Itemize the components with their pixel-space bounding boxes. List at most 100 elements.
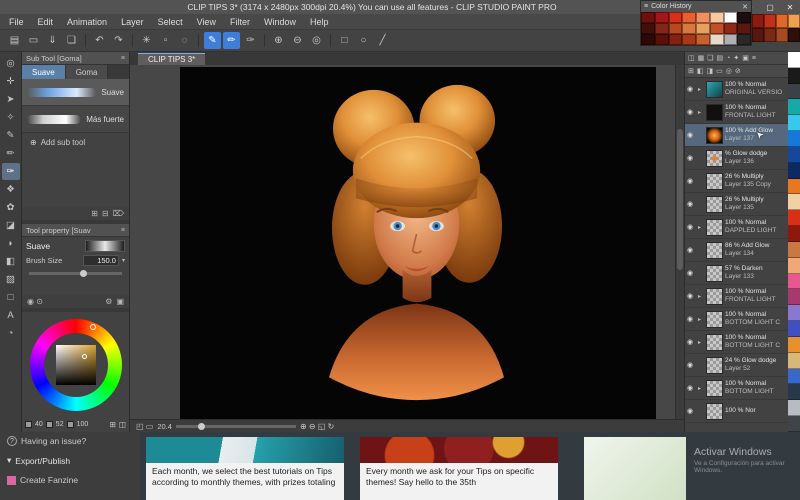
brush-size-slider[interactable] xyxy=(29,270,122,277)
news-card-partial[interactable] xyxy=(584,437,686,500)
zoom-in-icon[interactable]: ⊕ xyxy=(270,32,287,49)
brush-item[interactable]: Suave xyxy=(22,79,129,106)
color-swatch[interactable] xyxy=(788,273,800,290)
visibility-eye-icon[interactable]: ◉ xyxy=(687,177,696,185)
tool-property-icon[interactable]: ⊙ xyxy=(36,297,43,306)
expand-arrow-icon[interactable]: ▸ xyxy=(698,224,704,231)
visibility-eye-icon[interactable]: ◉ xyxy=(687,85,696,93)
slider-knob[interactable] xyxy=(80,270,88,277)
history-color-swatch[interactable] xyxy=(737,23,751,34)
history-color-swatch[interactable] xyxy=(737,12,751,23)
history-color-swatch[interactable] xyxy=(723,34,738,45)
visibility-eye-icon[interactable]: ◉ xyxy=(687,246,696,254)
history-color-swatch[interactable] xyxy=(709,12,724,23)
visibility-eye-icon[interactable]: ◉ xyxy=(687,154,696,162)
news-card[interactable]: Every month we ask for your Tips on spec… xyxy=(360,437,558,500)
pen-tool-icon[interactable]: ✎ xyxy=(2,127,20,144)
color-swatch[interactable] xyxy=(788,99,800,116)
layer-row[interactable]: ◉ 26 % Multiply Layer 135 xyxy=(685,193,788,216)
export-publish-section[interactable]: ▾ Export/Publish xyxy=(7,455,133,466)
tool-property-icon[interactable]: ⚙ xyxy=(105,297,112,306)
layer-row[interactable]: ◉ 57 % Darken Layer 133 xyxy=(685,262,788,285)
move-tool-icon[interactable]: ✛ xyxy=(2,73,20,90)
subtool-tab-suave[interactable]: Suave xyxy=(22,65,66,79)
export-icon[interactable]: ❏ xyxy=(63,32,80,49)
layers-header-icon[interactable]: ≡ xyxy=(752,55,756,62)
zoom-slider[interactable] xyxy=(175,422,296,430)
history-color-swatch[interactable] xyxy=(668,23,683,34)
canvas-vertical-scrollbar[interactable] xyxy=(675,65,684,419)
layers-header-icon[interactable]: ◫ xyxy=(688,54,695,62)
history-color-swatch[interactable] xyxy=(654,12,669,23)
history-color-swatch[interactable] xyxy=(737,34,751,45)
statusbar-icon[interactable]: ▭ xyxy=(146,422,154,431)
layer-row[interactable]: ◉ ▸ 100 % Normal BOTTOM LIGHT xyxy=(685,377,788,400)
subtool-footer-icon[interactable]: ⊟ xyxy=(102,209,109,218)
recent-color-swatch[interactable] xyxy=(764,28,776,42)
saturation-value-square[interactable] xyxy=(55,345,96,385)
expand-arrow-icon[interactable]: ▸ xyxy=(698,316,704,323)
brush-mode-icon[interactable]: ✏ xyxy=(223,32,240,49)
layer-row[interactable]: ◉ 100 % Add Glow Layer 137 ➤ xyxy=(685,124,788,147)
recent-color-swatch[interactable] xyxy=(752,14,764,28)
color-swatch[interactable] xyxy=(788,368,800,385)
layers-header-icon[interactable]: ✦ xyxy=(733,54,739,62)
visibility-eye-icon[interactable]: ◉ xyxy=(687,361,696,369)
statusbar-icon[interactable]: ◰ xyxy=(136,422,146,431)
text-tool-icon[interactable]: A xyxy=(2,307,20,324)
maximize-button[interactable]: ▢ xyxy=(760,0,780,14)
fill-tool-icon[interactable]: ◧ xyxy=(2,253,20,270)
color-swatch[interactable] xyxy=(788,336,800,353)
create-fanzine-link[interactable]: Create Fanzine xyxy=(7,475,133,485)
pen-mode-icon[interactable]: ✎ xyxy=(204,32,221,49)
color-swatch[interactable] xyxy=(788,210,800,227)
color-swatch[interactable] xyxy=(788,416,800,432)
menu-layer[interactable]: Layer xyxy=(114,14,151,30)
eyedropper-tool-icon[interactable]: ✧ xyxy=(2,109,20,126)
panel-menu-icon[interactable]: ≡ xyxy=(644,3,648,10)
panel-menu-icon[interactable]: ≡ xyxy=(121,227,125,234)
color-swatch[interactable] xyxy=(788,400,800,417)
history-color-swatch[interactable] xyxy=(654,34,669,45)
menu-animation[interactable]: Animation xyxy=(60,14,114,30)
symmetry-icon[interactable]: ✳ xyxy=(138,32,155,49)
panel-menu-icon[interactable]: ≡ xyxy=(121,55,125,62)
ellipse-tool-icon[interactable]: ○ xyxy=(355,32,372,49)
lasso-icon[interactable]: ◌ xyxy=(176,32,193,49)
line-tool-icon[interactable]: ╱ xyxy=(374,32,391,49)
visibility-eye-icon[interactable]: ◉ xyxy=(687,269,696,277)
layer-row[interactable]: ◉ ▸ 100 % Normal FRONTAL LIGHT xyxy=(685,285,788,308)
document-tab[interactable]: CLIP TIPS 3* xyxy=(138,53,206,65)
layer-row[interactable]: ◉ 24 % Glow dodge Layer 52 xyxy=(685,354,788,377)
layer-row[interactable]: ◉ % Glow dodge Layer 136 xyxy=(685,147,788,170)
eraser-tool-icon[interactable]: ◪ xyxy=(2,217,20,234)
layer-row[interactable]: ◉ ▸ 100 % Normal ORIGINAL VERSIO xyxy=(685,78,788,101)
color-swatch[interactable] xyxy=(788,226,800,242)
statusbar-icon[interactable]: ◱ xyxy=(318,422,328,431)
blend-tool-icon[interactable]: ◗ xyxy=(2,235,20,252)
new-file-icon[interactable]: ▤ xyxy=(6,32,23,49)
color-swatch[interactable] xyxy=(788,321,800,337)
history-color-swatch[interactable] xyxy=(696,12,710,23)
menu-filter[interactable]: Filter xyxy=(223,14,257,30)
color-swatch[interactable] xyxy=(788,178,800,195)
layers-header-icon[interactable]: ◎ xyxy=(726,67,732,75)
history-color-swatch[interactable] xyxy=(709,34,724,45)
menu-window[interactable]: Window xyxy=(257,14,303,30)
zoom-knob[interactable] xyxy=(197,422,205,430)
open-file-icon[interactable]: ▭ xyxy=(25,32,42,49)
color-swatch[interactable] xyxy=(788,241,800,258)
expand-arrow-icon[interactable]: ▸ xyxy=(698,339,704,346)
scrollbar-thumb[interactable] xyxy=(677,128,683,271)
color-swatch[interactable] xyxy=(788,352,800,369)
history-color-swatch[interactable] xyxy=(682,34,696,45)
layer-row[interactable]: ◉ ▸ 100 % Normal BOTTOM LIGHT C xyxy=(685,331,788,354)
history-color-swatch[interactable] xyxy=(668,34,683,45)
history-color-swatch[interactable] xyxy=(668,12,683,23)
magnifier-tool-icon[interactable]: ◎ xyxy=(2,55,20,72)
figure-tool-icon[interactable]: □ xyxy=(2,289,20,306)
gradient-tool-icon[interactable]: ▨ xyxy=(2,271,20,288)
operation-tool-icon[interactable]: ➤ xyxy=(2,91,20,108)
layers-header-icon[interactable]: ⊞ xyxy=(688,67,694,75)
close-button[interactable]: ✕ xyxy=(780,0,800,14)
